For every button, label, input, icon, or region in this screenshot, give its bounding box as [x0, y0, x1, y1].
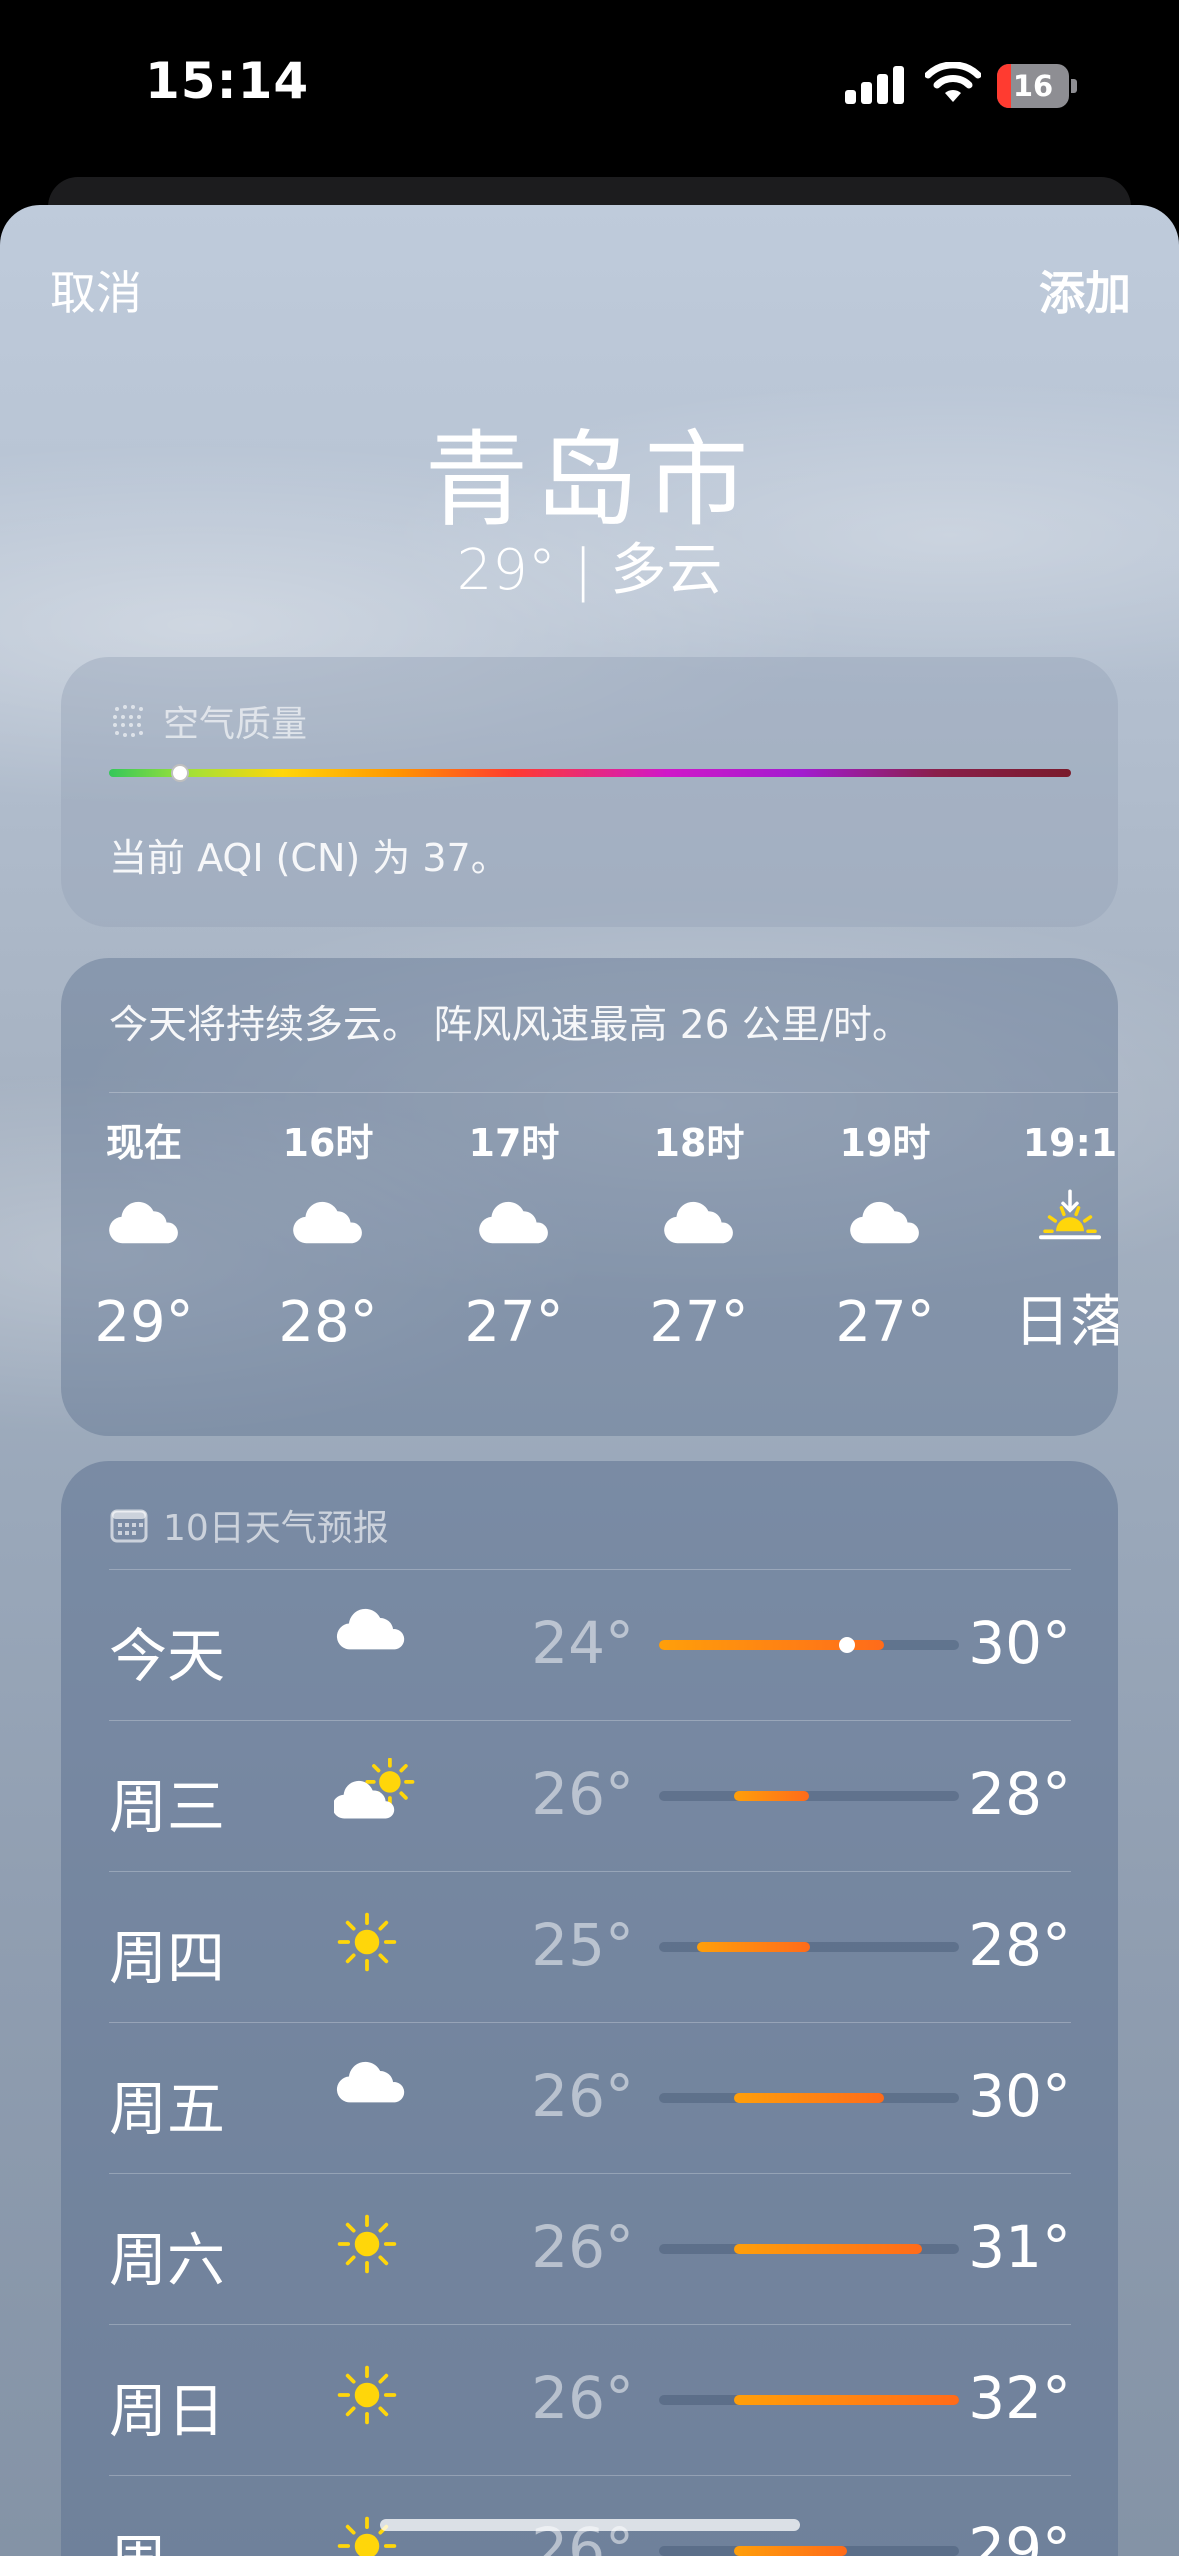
status-time: 15:14: [145, 52, 310, 110]
hourly-time: 16时: [282, 1121, 374, 1165]
hourly-item: 18时 27°: [624, 1113, 774, 1363]
temp-range-track: [659, 2395, 959, 2405]
daily-row: 周四 25° 28°: [109, 1871, 1071, 2022]
hourly-time: 19:1: [1022, 1121, 1118, 1165]
hourly-forecast-card[interactable]: 今天将持续多云。 阵风风速最高 26 公里/时。 现在 29° 16时 28° 17时 2…: [61, 958, 1118, 1436]
hourly-item: 16时 28°: [253, 1113, 403, 1363]
high-temp: 30°: [968, 1609, 1071, 1677]
temp-range-track: [659, 1637, 959, 1653]
high-temp: 28°: [968, 1911, 1071, 1979]
aqi-scale-bar: [109, 769, 1071, 777]
home-indicator[interactable]: [380, 2519, 800, 2531]
daily-row: 今天 24° 30°: [109, 1569, 1071, 1720]
add-button[interactable]: 添加: [1039, 257, 1131, 323]
daily-row: 周六 26° 31°: [109, 2173, 1071, 2324]
hourly-time: 19时: [839, 1121, 931, 1165]
day-name: 周一: [109, 2515, 225, 2556]
cloud-icon: [810, 1173, 960, 1283]
sun-icon: [334, 2362, 414, 2432]
hourly-time: 17时: [468, 1121, 560, 1165]
daily-row: 周一26°29°: [109, 2475, 1071, 2556]
day-name: 周四: [109, 1924, 226, 1992]
cloud-icon: [253, 1173, 403, 1283]
day-name: 周日: [109, 2377, 226, 2445]
sunset-icon: [995, 1173, 1118, 1283]
day-name: 周五: [109, 2075, 226, 2143]
temp-range-bar: [734, 2395, 959, 2405]
high-temp: 32°: [968, 2364, 1071, 2432]
divider: [109, 1092, 1118, 1093]
cellular-signal-icon: [845, 64, 905, 104]
ten-day-title: 10日天气预报: [163, 1508, 389, 1549]
aqi-description: 当前 AQI (CN) 为 37。: [109, 836, 509, 880]
temp-range-track: [659, 2093, 959, 2103]
hourly-item: 17时 27°: [439, 1113, 589, 1363]
wifi-icon: [925, 62, 981, 102]
daily-row: 周五 26° 30°: [109, 2022, 1071, 2173]
cloud-icon: [334, 2060, 414, 2130]
temp-range-bar: [734, 2244, 922, 2254]
air-quality-card[interactable]: 空气质量 当前 AQI (CN) 为 37。: [61, 657, 1118, 927]
current-temp-indicator: [839, 1637, 855, 1653]
low-temp: 26°: [531, 2213, 634, 2281]
daily-row: 周三 26° 28°: [109, 1720, 1071, 1871]
air-quality-title: 空气质量: [163, 704, 308, 745]
temp-range-track: [659, 2244, 959, 2254]
hourly-item: 现在 29°: [69, 1113, 219, 1363]
hourly-item: 19:1 日落: [995, 1113, 1118, 1363]
cancel-button[interactable]: 取消: [50, 257, 142, 323]
status-bar: 15:14 16: [0, 0, 1179, 175]
high-temp: 28°: [968, 1760, 1071, 1828]
hourly-time: 18时: [653, 1121, 745, 1165]
temp-range-bar: [734, 2546, 847, 2556]
aqi-dots-icon: [109, 701, 149, 741]
low-temp: 26°: [531, 2364, 634, 2432]
partly-sunny-icon: [332, 1757, 415, 1828]
high-temp: 30°: [968, 2062, 1071, 2130]
day-name: 周六: [109, 2226, 226, 2294]
temp-range-track: [659, 1791, 959, 1801]
temp-range-track: [659, 1942, 959, 1952]
hourly-temp: 29°: [94, 1290, 194, 1355]
hourly-summary: 今天将持续多云。 阵风风速最高 26 公里/时。: [109, 1003, 911, 1048]
battery-icon: 16: [997, 64, 1077, 108]
current-conditions: 29° | 多云: [456, 538, 723, 603]
hourly-item: 19时 27°: [810, 1113, 960, 1363]
low-temp: 26°: [531, 2062, 634, 2130]
weather-sheet: 取消 添加 青岛市 29° | 多云 空气质量 当前 AQI (CN) 为 37…: [0, 205, 1179, 2556]
cloud-icon: [624, 1173, 774, 1283]
ten-day-forecast-card[interactable]: 10日天气预报 今天 24° 30° 周三 26° 28° 周四 25° 28° 周五 26° 30°…: [61, 1461, 1118, 2556]
sun-icon: [334, 1909, 414, 1979]
daily-row: 周日 26° 32°: [109, 2324, 1071, 2475]
low-temp: 24°: [531, 1609, 634, 1677]
hourly-temp: 27°: [649, 1290, 749, 1355]
cloud-icon: [69, 1173, 219, 1283]
city-name: 青岛市: [424, 419, 755, 541]
hourly-list[interactable]: 现在 29° 16时 28° 17时 27° 18时 27° 19时 27° 19:1 日落: [61, 1113, 1118, 1413]
temp-range-bar: [734, 1791, 809, 1801]
sun-icon: [334, 2211, 414, 2281]
low-temp: 26°: [531, 1760, 634, 1828]
battery-level: 16: [1012, 69, 1054, 103]
hourly-time: 现在: [105, 1121, 182, 1165]
temp-range-bar: [697, 1942, 810, 1952]
high-temp: 31°: [968, 2213, 1071, 2281]
temp-range-bar: [734, 2093, 884, 2103]
day-name: 今天: [109, 1622, 226, 1690]
air-quality-header: 空气质量: [109, 695, 307, 747]
hourly-temp: 28°: [278, 1290, 378, 1355]
cloud-icon: [334, 1607, 414, 1677]
high-temp: 29°: [968, 2515, 1071, 2556]
cloud-icon: [439, 1173, 589, 1283]
hourly-temp: 27°: [464, 1290, 564, 1355]
hourly-temp: 日落: [1014, 1290, 1118, 1355]
hourly-temp: 27°: [835, 1290, 935, 1355]
day-name: 周三: [109, 1773, 226, 1841]
low-temp: 25°: [531, 1911, 634, 1979]
aqi-indicator: [171, 764, 189, 782]
ten-day-header: 10日天气预报: [109, 1499, 389, 1551]
calendar-icon: [109, 1505, 149, 1545]
temp-range-track: [659, 2546, 959, 2556]
